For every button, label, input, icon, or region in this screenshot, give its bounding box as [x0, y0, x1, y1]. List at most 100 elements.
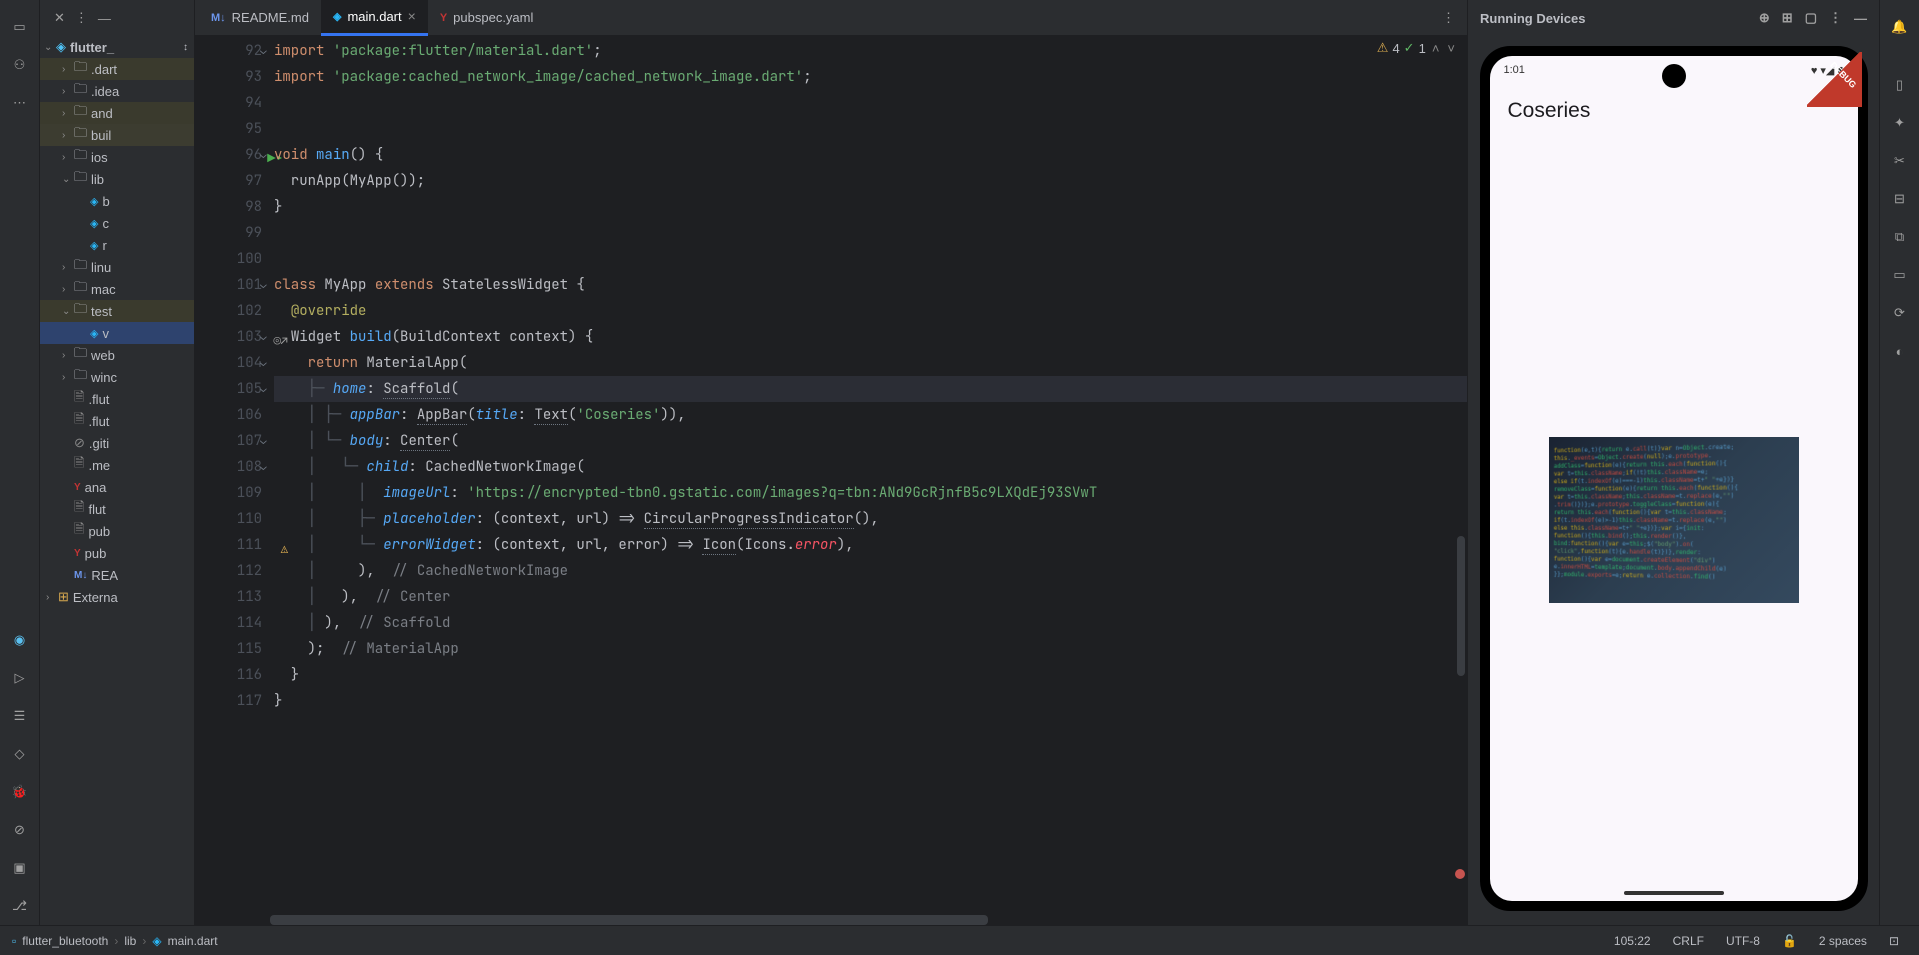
code-line-100[interactable]	[274, 246, 1467, 272]
breadcrumb-2[interactable]: main.dart	[168, 934, 218, 948]
fold-icon[interactable]: ⌄	[260, 142, 267, 168]
tree-item-v[interactable]: ◈v	[40, 322, 194, 344]
more-options-icon[interactable]: ⋮	[75, 10, 88, 26]
vcs-icon[interactable]: ⎇	[7, 893, 33, 919]
close-tab-icon[interactable]: ×	[408, 8, 416, 24]
code-line-108[interactable]: ⌄ │ └─ child: CachedNetworkImage(	[274, 454, 1467, 480]
fold-icon[interactable]: ⌄	[260, 350, 267, 376]
breadcrumbs[interactable]: ▫ flutter_bluetooth › lib › ◈ main.dart	[12, 934, 218, 948]
code-line-101[interactable]: ⌄class MyApp extends StatelessWidget {	[274, 272, 1467, 298]
fold-icon[interactable]: ⌄	[260, 272, 267, 298]
tree-item-b[interactable]: ◈b	[40, 190, 194, 212]
favorites-icon[interactable]: ◇	[7, 741, 33, 767]
tree-item-winc[interactable]: ›🗀winc	[40, 366, 194, 388]
code-line-97[interactable]: runApp(MyApp());	[274, 168, 1467, 194]
tree-item-r[interactable]: ◈r	[40, 234, 194, 256]
fold-icon[interactable]: ⌄	[260, 324, 267, 350]
ai-assistant-icon[interactable]: ✦	[1887, 110, 1913, 136]
code-line-116[interactable]: }	[274, 662, 1467, 688]
line-ending[interactable]: CRLF	[1665, 934, 1712, 948]
debug-icon[interactable]: 🐞	[7, 779, 33, 805]
tree-item-buil[interactable]: ›🗀buil	[40, 124, 194, 146]
minimize-icon[interactable]: —	[98, 11, 111, 26]
code-line-104[interactable]: ⌄ return MaterialApp(	[274, 350, 1467, 376]
code-line-98[interactable]: }	[274, 194, 1467, 220]
fold-icon[interactable]: ⌄	[260, 38, 267, 64]
device-screen[interactable]: 1:01 ♥ ▾◢ ▮ Coseries function(e,t){retur…	[1490, 56, 1858, 901]
device-new-icon[interactable]: ⊞	[1782, 10, 1793, 26]
code-area[interactable]: ⌄import 'package:flutter/material.dart';…	[270, 36, 1467, 925]
problems-icon[interactable]: ⊘	[7, 817, 33, 843]
readonly-icon[interactable]: 🔓	[1774, 934, 1805, 948]
fold-icon[interactable]: ⌄	[260, 376, 267, 402]
tree-item-.dart[interactable]: ›🗀.dart	[40, 58, 194, 80]
tab-overflow-icon[interactable]: ⋮	[1442, 10, 1455, 26]
notifications-icon[interactable]: 🔔	[1887, 14, 1913, 40]
device-minimize-icon[interactable]: —	[1854, 11, 1867, 26]
code-line-109[interactable]: │ │ imageUrl: 'https://encrypted-tbn0.gs…	[274, 480, 1467, 506]
code-line-117[interactable]: }	[274, 688, 1467, 714]
breadcrumb-1[interactable]: lib	[124, 934, 136, 948]
horizontal-scrollbar[interactable]	[270, 915, 988, 925]
tab-README.md[interactable]: M↓README.md	[199, 0, 321, 36]
fold-icon[interactable]: ⌄	[260, 454, 267, 480]
status-extra-icon[interactable]: ⊡	[1881, 934, 1907, 948]
tree-item-ios[interactable]: ›🗀ios	[40, 146, 194, 168]
encoding[interactable]: UTF-8	[1718, 934, 1768, 948]
terminal-icon[interactable]: ▣	[7, 855, 33, 881]
tree-item-.flut[interactable]: 🗎.flut	[40, 410, 194, 432]
layers-icon[interactable]: ⧉	[1887, 224, 1913, 250]
code-line-107[interactable]: ⌄ │ └─ body: Center(	[274, 428, 1467, 454]
code-line-110[interactable]: │ ├─ placeholder: (context, url) => Circ…	[274, 506, 1467, 532]
more-icon[interactable]: ⋯	[7, 90, 33, 116]
tree-item-.me[interactable]: 🗎.me	[40, 454, 194, 476]
tree-item-test[interactable]: ⌄🗀test	[40, 300, 194, 322]
tree-item-pub[interactable]: 🗎pub	[40, 520, 194, 542]
device-more-icon[interactable]: ⋮	[1829, 10, 1842, 26]
device-window-icon[interactable]: ▢	[1805, 10, 1817, 26]
database-icon[interactable]: ⊟	[1887, 186, 1913, 212]
code-line-106[interactable]: │ ├─ appBar: AppBar(title: Text('Coserie…	[274, 402, 1467, 428]
tree-item-linu[interactable]: ›🗀linu	[40, 256, 194, 278]
tree-item-and[interactable]: ›🗀and	[40, 102, 194, 124]
tab-pubspec.yaml[interactable]: Ypubspec.yaml	[428, 0, 546, 36]
close-window-icon[interactable]: ✕	[54, 10, 65, 26]
tree-item-Externa[interactable]: ›⊞Externa	[40, 586, 194, 608]
cursor-position[interactable]: 105:22	[1606, 934, 1659, 948]
code-line-102[interactable]: @override	[274, 298, 1467, 324]
tree-item-pub[interactable]: Ypub	[40, 542, 194, 564]
code-line-115[interactable]: ); // MaterialApp	[274, 636, 1467, 662]
vertical-scrollbar[interactable]	[1457, 536, 1465, 676]
code-line-99[interactable]	[274, 220, 1467, 246]
inspection-widget[interactable]: ⚠ 4 ✓ 1 ˄ ˅	[1377, 40, 1457, 56]
code-line-112[interactable]: │ ), // CachedNetworkImage	[274, 558, 1467, 584]
code-line-114[interactable]: │ ), // Scaffold	[274, 610, 1467, 636]
code-line-103[interactable]: ⌄ Widget build(BuildContext context) {	[274, 324, 1467, 350]
tree-item-flut[interactable]: 🗎flut	[40, 498, 194, 520]
code-line-95[interactable]	[274, 116, 1467, 142]
code-line-113[interactable]: │ ), // Center	[274, 584, 1467, 610]
editor-body[interactable]: 9293949596▶▸979899100101102103◎↗10410510…	[195, 36, 1467, 925]
tree-item-.idea[interactable]: ›🗀.idea	[40, 80, 194, 102]
tab-main.dart[interactable]: ◈main.dart×	[321, 0, 428, 36]
breadcrumb-0[interactable]: flutter_bluetooth	[22, 934, 108, 948]
code-line-105[interactable]: ⌄ ├─ home: Scaffold(	[274, 376, 1467, 402]
emulator-icon[interactable]: ▯	[1887, 72, 1913, 98]
messages-icon[interactable]: ☰	[7, 703, 33, 729]
run-icon[interactable]: ▷	[7, 665, 33, 691]
screenshot-icon[interactable]: ✂	[1887, 148, 1913, 174]
code-line-96[interactable]: ⌄void main() {	[274, 142, 1467, 168]
structure-icon[interactable]: ⚇	[7, 52, 33, 78]
tree-item-mac[interactable]: ›🗀mac	[40, 278, 194, 300]
code-line-94[interactable]	[274, 90, 1467, 116]
device-manager-icon[interactable]: ▭	[1887, 262, 1913, 288]
device-add-icon[interactable]: ⊕	[1759, 10, 1770, 26]
tree-item-.giti[interactable]: ⊘.giti	[40, 432, 194, 454]
tree-item-c[interactable]: ◈c	[40, 212, 194, 234]
code-line-92[interactable]: ⌄import 'package:flutter/material.dart';	[274, 38, 1467, 64]
gradle-icon[interactable]: ⟳	[1887, 300, 1913, 326]
flutter-inspector-icon[interactable]: ◉	[7, 627, 33, 653]
fold-icon[interactable]: ⌄	[260, 428, 267, 454]
code-line-93[interactable]: import 'package:cached_network_image/cac…	[274, 64, 1467, 90]
code-line-111[interactable]: │ └─ errorWidget: (context, url, error) …	[274, 532, 1467, 558]
